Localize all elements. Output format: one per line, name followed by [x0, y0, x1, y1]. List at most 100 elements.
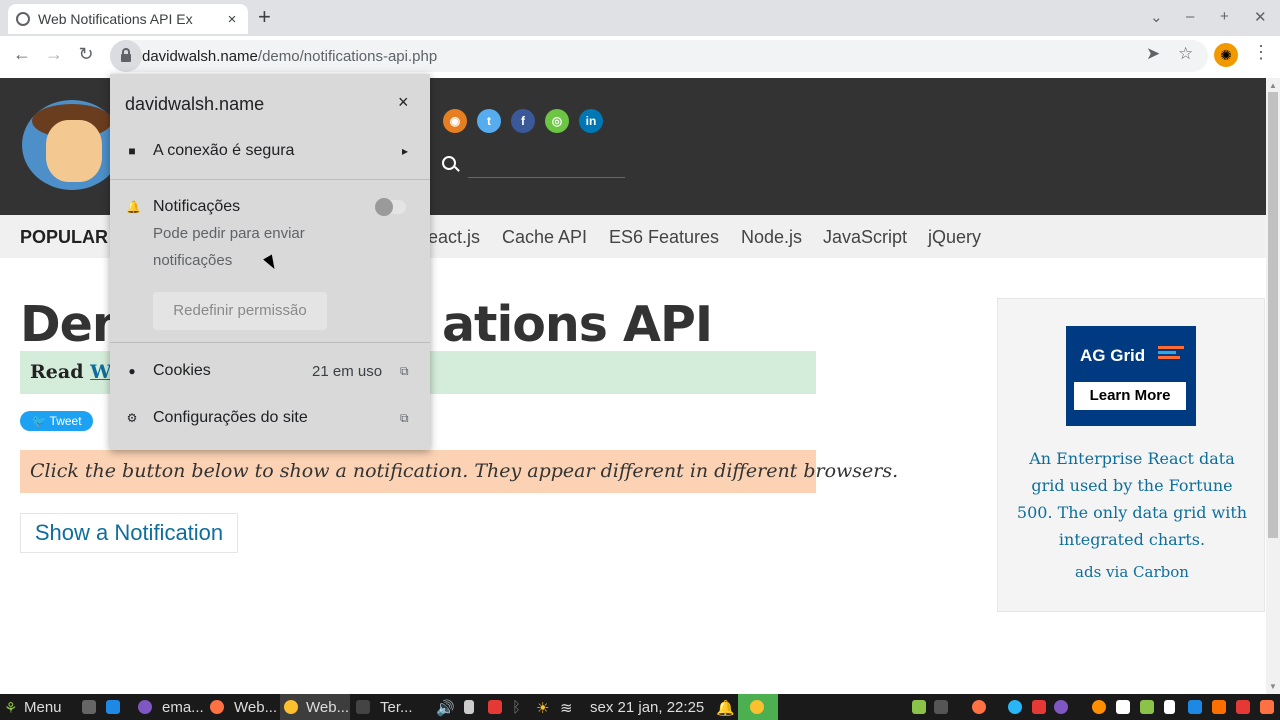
ad-brand: AG Grid — [1080, 346, 1146, 365]
twitter-bird-icon: 🐦 — [31, 414, 47, 428]
twitter-icon[interactable]: t — [477, 109, 501, 133]
nav-item-jquery[interactable]: jQuery — [928, 227, 981, 248]
ad-text[interactable]: An Enterprise React data grid used by th… — [1012, 445, 1252, 553]
tray-icon-4[interactable] — [1140, 700, 1154, 714]
tray-icon-5[interactable] — [1236, 700, 1250, 714]
chrome-icon[interactable] — [284, 700, 298, 714]
notifications-toggle[interactable] — [375, 198, 406, 216]
brightness-icon[interactable]: ☀ — [536, 699, 549, 717]
wifi-icon[interactable]: ≋ — [560, 699, 573, 717]
nav-item-cache-api[interactable]: Cache API — [502, 227, 587, 248]
site-search-input[interactable] — [468, 150, 625, 178]
maximize-button[interactable]: + — [1220, 8, 1229, 25]
ag-grid-logo-icon — [1158, 346, 1184, 362]
close-icon[interactable]: × — [398, 92, 409, 113]
reload-button[interactable]: ↻ — [74, 44, 98, 65]
tab-title: Web Notifications API Ex — [38, 11, 193, 27]
terminal-icon[interactable] — [356, 700, 370, 714]
browser-tab[interactable]: Web Notifications API Ex × — [8, 4, 248, 34]
forward-button[interactable]: → — [42, 44, 66, 65]
taskbar-item-emacs[interactable]: ema... — [162, 699, 204, 716]
browser-menu-icon[interactable]: ⋮ — [1252, 42, 1270, 63]
reset-permission-button[interactable]: Redefinir permissão — [153, 292, 327, 330]
connection-label: A conexão é segura — [153, 142, 295, 159]
nav-item-node[interactable]: Node.js — [741, 227, 802, 248]
tab-close-icon[interactable]: × — [224, 11, 240, 28]
tab-search-icon[interactable]: ⌄ — [1150, 8, 1163, 26]
new-tab-button[interactable]: + — [258, 6, 271, 28]
minimize-button[interactable]: – — [1186, 8, 1194, 25]
nav-item-javascript[interactable]: JavaScript — [823, 227, 907, 248]
tray-telegram-icon[interactable] — [1008, 700, 1022, 714]
tray-firefox-icon[interactable] — [972, 700, 986, 714]
notifications-sub-2: notificações — [153, 252, 233, 269]
tray-icon-3[interactable] — [1116, 700, 1130, 714]
taskbar-clock[interactable]: sex 21 jan, 22:25 — [590, 699, 704, 716]
favicon-icon — [16, 12, 30, 26]
tray-vscode-icon[interactable] — [1188, 700, 1202, 714]
taskbar-item-web-firefox[interactable]: Web... — [234, 699, 277, 716]
nav-item-react[interactable]: eact.js — [428, 227, 480, 248]
linkedin-icon[interactable]: in — [579, 109, 603, 133]
app-indicator-icon[interactable] — [488, 700, 502, 714]
back-button[interactable]: ← — [10, 44, 34, 65]
bookmark-star-icon[interactable]: ☆ — [1178, 44, 1193, 64]
taskbar-menu[interactable]: Menu — [24, 699, 62, 716]
connection-secure-row[interactable]: ■ A conexão é segura ▸ — [126, 142, 426, 160]
tray-icon-1[interactable] — [912, 700, 926, 714]
scroll-down-icon[interactable]: ▼ — [1269, 682, 1277, 691]
ad-via[interactable]: ads via Carbon — [1012, 563, 1252, 581]
browser-chrome: Web Notifications API Ex × + ⌄ – + ✕ ← →… — [0, 0, 1280, 78]
tray-blender-icon[interactable] — [1092, 700, 1106, 714]
address-bar[interactable]: davidwalsh.name/demo/notifications-api.p… — [110, 40, 1208, 72]
notification-bell-blocked-icon: 🔔 — [126, 200, 141, 214]
site-info-button[interactable] — [110, 40, 142, 72]
notification-bell-icon[interactable]: 🔔 — [716, 699, 735, 717]
taskbar-item-terminal[interactable]: Ter... — [380, 699, 413, 716]
cookies-count: 21 em uso — [312, 363, 383, 380]
profile-avatar[interactable]: ✺ — [1214, 43, 1238, 67]
menu-icon[interactable]: ⚘ — [4, 699, 17, 717]
emacs-icon[interactable] — [138, 700, 152, 714]
os-taskbar: ⚘ Menu ema... Web... Web... Ter... 🔊 ᛒ ☀… — [0, 694, 1280, 720]
tray-vlc-icon[interactable] — [1212, 700, 1226, 714]
site-settings-row[interactable]: ⚙ Configurações do site — [126, 409, 426, 427]
rss-icon[interactable]: ◉ — [443, 109, 467, 133]
files-icon[interactable] — [82, 700, 96, 714]
external-link-icon[interactable]: ⧉ — [400, 364, 409, 379]
tweet-button[interactable]: 🐦 Tweet — [20, 411, 93, 431]
notifications-sub-1: Pode pedir para enviar — [153, 225, 305, 242]
battery-icon[interactable] — [464, 700, 474, 714]
scroll-up-icon[interactable]: ▲ — [1269, 81, 1277, 90]
nav-item-es6[interactable]: ES6 Features — [609, 227, 719, 248]
send-icon[interactable]: ➤ — [1146, 44, 1160, 64]
close-window-button[interactable]: ✕ — [1254, 8, 1267, 26]
tray-icon-6[interactable] — [1260, 700, 1274, 714]
lock-icon: ■ — [128, 144, 136, 158]
page-scrollbar[interactable]: ▲ ▼ — [1266, 78, 1280, 694]
site-settings-label: Configurações do site — [153, 409, 308, 426]
github-icon[interactable]: ◎ — [545, 109, 569, 133]
external-link-icon[interactable]: ⧉ — [400, 411, 409, 426]
taskbar-item-web-chrome[interactable]: Web... — [306, 699, 349, 716]
show-notification-button[interactable]: Show a Notification — [20, 513, 238, 553]
divider — [110, 179, 430, 180]
volume-icon[interactable]: 🔊 — [436, 699, 455, 717]
lock-icon — [121, 48, 131, 62]
tray-emacs-icon[interactable] — [1054, 700, 1068, 714]
desktop-icon[interactable] — [106, 700, 120, 714]
scroll-thumb[interactable] — [1268, 92, 1278, 538]
divider — [110, 342, 430, 343]
bluetooth-icon[interactable]: ᛒ — [512, 699, 521, 716]
tray-document-icon[interactable] — [1164, 700, 1175, 714]
tray-terminal-icon[interactable] — [934, 700, 948, 714]
tray-icon-2[interactable] — [1032, 700, 1046, 714]
chrome-tray-icon[interactable] — [750, 700, 764, 714]
site-logo[interactable] — [22, 100, 122, 190]
firefox-icon[interactable] — [210, 700, 224, 714]
facebook-icon[interactable]: f — [511, 109, 535, 133]
url-path: /demo/notifications-api.php — [257, 47, 438, 65]
ad-image[interactable]: AG Grid Learn More — [1066, 326, 1196, 426]
tweet-label: Tweet — [49, 414, 82, 428]
carbon-ad: AG Grid Learn More An Enterprise React d… — [997, 298, 1265, 612]
